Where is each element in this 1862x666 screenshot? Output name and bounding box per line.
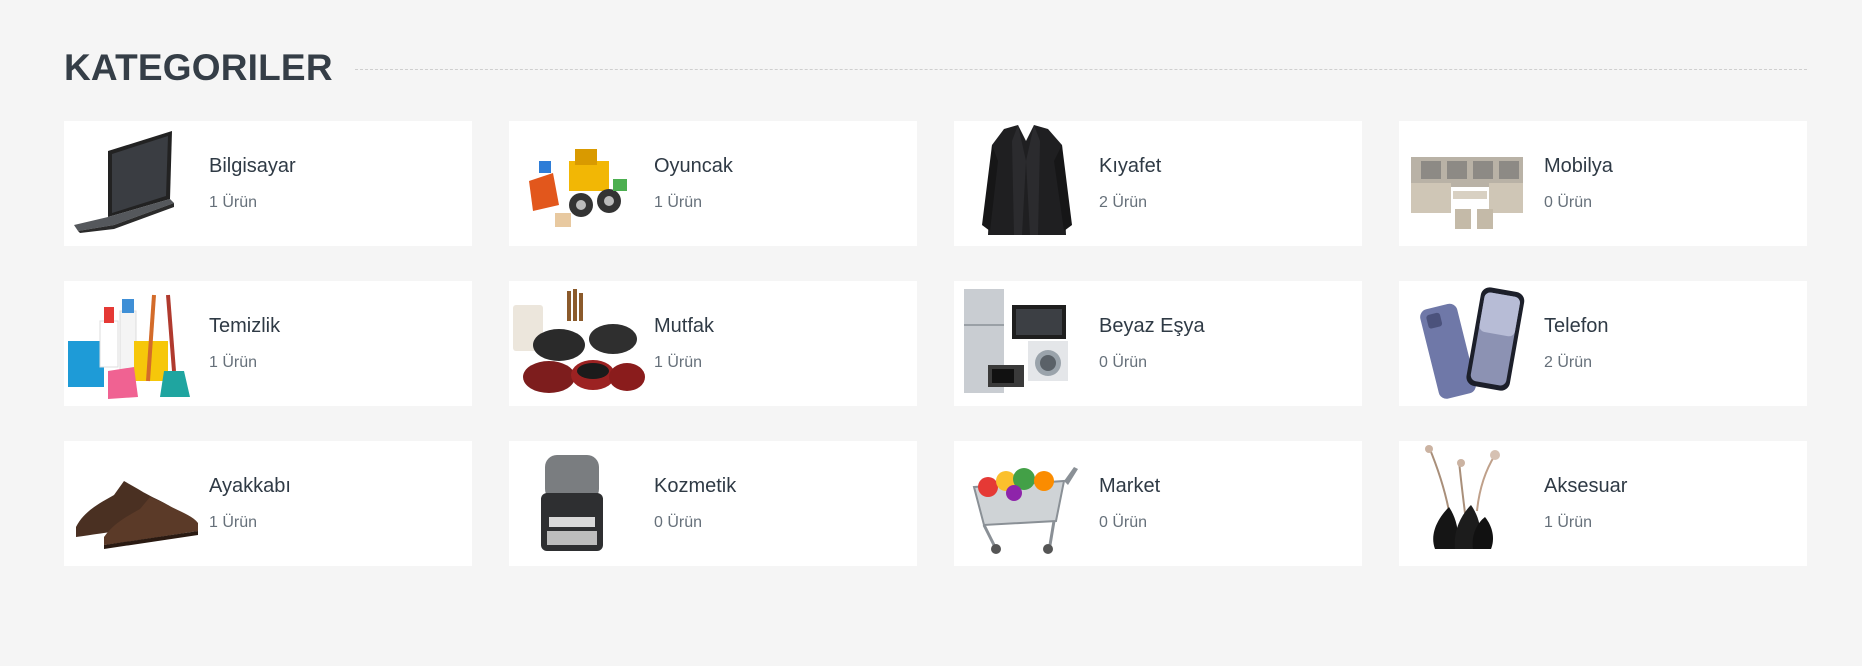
- category-info: Kozmetik 0 Ürün: [654, 475, 736, 532]
- category-name: Ayakkabı: [209, 475, 291, 497]
- category-card-mobilya[interactable]: Mobilya 0 Ürün: [1399, 121, 1807, 246]
- section-header: KATEGORILER: [64, 40, 1807, 96]
- category-count: 0 Ürün: [1099, 354, 1148, 371]
- category-count: 0 Ürün: [654, 514, 703, 531]
- category-count: 1 Ürün: [654, 194, 703, 211]
- category-card-ayakkabi[interactable]: Ayakkabı 1 Ürün: [64, 441, 472, 566]
- category-info: Market 0 Ürün: [1099, 475, 1160, 532]
- category-count: 1 Ürün: [209, 514, 258, 531]
- category-card-telefon[interactable]: Telefon 2 Ürün: [1399, 281, 1807, 406]
- category-count: 1 Ürün: [654, 354, 703, 371]
- category-count: 1 Ürün: [1544, 514, 1593, 531]
- category-info: Mutfak 1 Ürün: [654, 315, 714, 372]
- category-count: 2 Ürün: [1544, 354, 1593, 371]
- category-card-mutfak[interactable]: Mutfak 1 Ürün: [509, 281, 917, 406]
- appliances-icon: [954, 281, 1099, 406]
- category-card-kozmetik[interactable]: Kozmetik 0 Ürün: [509, 441, 917, 566]
- section-title: KATEGORILER: [64, 47, 333, 88]
- category-name: Kıyafet: [1099, 155, 1162, 177]
- category-name: Bilgisayar: [209, 155, 296, 177]
- category-info: Kıyafet 2 Ürün: [1099, 155, 1161, 212]
- category-card-market[interactable]: Market 0 Ürün: [954, 441, 1362, 566]
- cleaning-supplies-icon: [64, 281, 209, 406]
- category-card-bilgisayar[interactable]: Bilgisayar 1 Ürün: [64, 121, 472, 246]
- category-card-beyaz-esya[interactable]: Beyaz Eşya 0 Ürün: [954, 281, 1362, 406]
- category-count: 0 Ürün: [1099, 514, 1148, 531]
- category-info: Bilgisayar 1 Ürün: [209, 155, 296, 212]
- category-info: Telefon 2 Ürün: [1544, 315, 1609, 372]
- category-grid: Bilgisayar 1 Ürün Oyuncak 1 Ürün Kıyafet…: [64, 121, 1807, 566]
- category-name: Telefon: [1544, 315, 1609, 337]
- sofa-set-icon: [1399, 121, 1544, 246]
- perfume-bottle-icon: [509, 441, 654, 566]
- category-name: Market: [1099, 475, 1161, 497]
- category-name: Oyuncak: [654, 155, 733, 177]
- category-name: Aksesuar: [1544, 475, 1628, 497]
- category-info: Oyuncak 1 Ürün: [654, 155, 733, 212]
- category-card-kiyafet[interactable]: Kıyafet 2 Ürün: [954, 121, 1362, 246]
- category-card-oyuncak[interactable]: Oyuncak 1 Ürün: [509, 121, 917, 246]
- laptop-icon: [64, 121, 209, 246]
- cookware-icon: [509, 281, 654, 406]
- category-count: 2 Ürün: [1099, 194, 1148, 211]
- category-name: Kozmetik: [654, 475, 737, 497]
- category-card-temizlik[interactable]: Temizlik 1 Ürün: [64, 281, 472, 406]
- category-count: 1 Ürün: [209, 354, 258, 371]
- smartphone-icon: [1399, 281, 1544, 406]
- section-divider: [354, 68, 1807, 70]
- category-info: Ayakkabı 1 Ürün: [209, 475, 291, 532]
- category-count: 1 Ürün: [209, 194, 258, 211]
- vase-decor-icon: [1399, 441, 1544, 566]
- category-info: Temizlik 1 Ürün: [209, 315, 280, 372]
- category-info: Beyaz Eşya 0 Ürün: [1099, 315, 1205, 372]
- shoes-icon: [64, 441, 209, 566]
- category-name: Mutfak: [654, 315, 715, 337]
- category-info: Aksesuar 1 Ürün: [1544, 475, 1627, 532]
- jacket-icon: [954, 121, 1099, 246]
- category-count: 0 Ürün: [1544, 194, 1593, 211]
- shopping-cart-icon: [954, 441, 1099, 566]
- category-name: Mobilya: [1544, 155, 1613, 177]
- category-info: Mobilya 0 Ürün: [1544, 155, 1613, 212]
- category-name: Temizlik: [209, 315, 281, 337]
- category-card-aksesuar[interactable]: Aksesuar 1 Ürün: [1399, 441, 1807, 566]
- toy-bulldozer-icon: [509, 121, 654, 246]
- category-name: Beyaz Eşya: [1099, 315, 1205, 337]
- categories-section: KATEGORILER Bilgisayar 1 Ürün Oyuncak 1 …: [64, 40, 1807, 566]
